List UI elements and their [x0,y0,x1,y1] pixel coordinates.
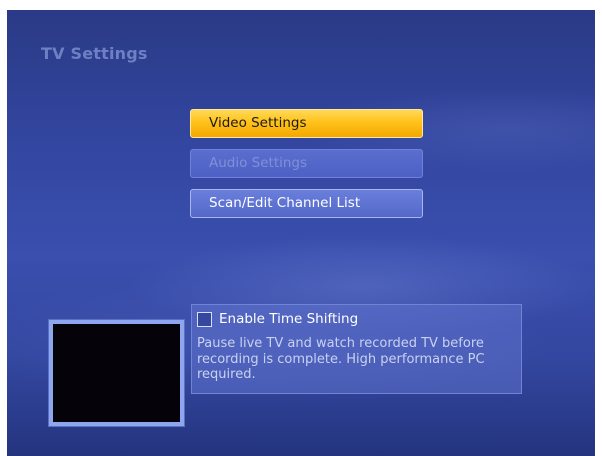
page-title: TV Settings [41,44,148,63]
scan-edit-channel-list-button[interactable]: Scan/Edit Channel List [190,189,423,218]
audio-settings-button: Audio Settings [190,149,423,178]
time-shifting-checkbox[interactable] [197,311,212,327]
time-shifting-description: Pause live TV and watch recorded TV befo… [197,336,485,382]
video-settings-button[interactable]: Video Settings [190,109,423,138]
media-center-screen: TV Settings Video Settings Audio Setting… [7,10,595,456]
time-shifting-panel: Enable Time Shifting Pause live TV and w… [191,304,522,394]
time-shifting-checkbox-label[interactable]: Enable Time Shifting [219,311,358,327]
live-tv-preview-window[interactable] [49,320,184,426]
time-shifting-option[interactable]: Enable Time Shifting [197,311,358,327]
